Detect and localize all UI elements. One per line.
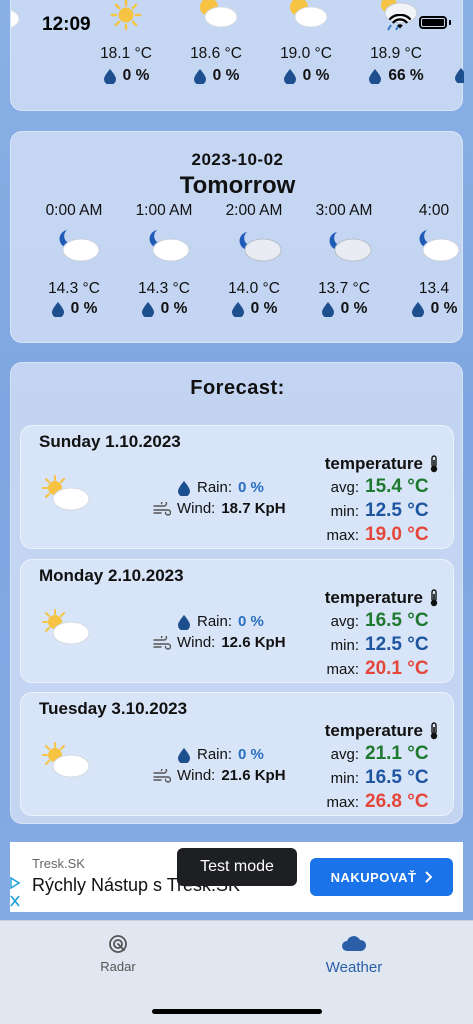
ad-cta-button[interactable]: NAKUPOVAŤ: [310, 858, 453, 896]
rain-drop-icon: [178, 614, 190, 630]
moon-cloud-icon: [149, 230, 190, 262]
rain-drop-icon: [231, 302, 244, 317]
rain-drop-icon: [369, 69, 382, 84]
sun-cloud-icon: [42, 742, 90, 778]
battery-icon: [419, 15, 447, 29]
status-time: 12:09: [42, 14, 91, 35]
forecast-day-card[interactable]: Sunday 1.10.2023 Rain: 0 % Wind: 18.7 Kp…: [20, 425, 454, 549]
rain-drop-icon: [103, 69, 116, 84]
home-indicator[interactable]: [152, 1009, 322, 1014]
rain-drop-icon: [178, 480, 190, 496]
ad-brand: Tresk.SK: [32, 856, 85, 871]
forecast-card: Forecast: Sunday 1.10.2023 Rain: 0 % Win…: [10, 362, 463, 824]
rain-drop-icon: [141, 302, 154, 317]
wifi-icon: [389, 14, 411, 29]
tomorrow-date: 2023-10-02: [191, 150, 284, 169]
ad-choices-icon[interactable]: [10, 876, 20, 910]
forecast-title: Forecast:: [190, 377, 285, 399]
rain-drop-icon: [178, 747, 190, 763]
sun-cloud-icon: [42, 609, 90, 645]
wind-icon: [153, 768, 171, 783]
forecast-day-card[interactable]: Monday 2.10.2023 Rain: 0 % Wind: 12.6 Kp…: [20, 559, 454, 683]
rain-drop-icon: [411, 302, 424, 317]
rain-drop-icon: [51, 302, 64, 317]
moon-cloud-icon: [329, 232, 372, 262]
rain-drop-icon: [283, 69, 296, 84]
thermometer-icon: [430, 589, 438, 607]
forecast-day-card[interactable]: Tuesday 3.10.2023 Rain: 0 % Wind: 21.6 K…: [20, 692, 454, 816]
tab-weather[interactable]: Weather: [294, 933, 414, 976]
cloud-icon: [342, 936, 367, 951]
thermometer-icon: [430, 455, 438, 473]
chevron-right-icon: [425, 871, 433, 883]
moon-cloud-icon: [239, 232, 282, 262]
forecast-day-date: Monday 2.10.2023: [39, 566, 184, 585]
moon-cloud-icon: [419, 230, 460, 262]
radar-icon: [109, 935, 127, 953]
thermometer-icon: [430, 722, 438, 740]
tomorrow-title: Tomorrow: [179, 172, 296, 199]
test-mode-toast: Test mode: [177, 848, 297, 886]
wind-icon: [153, 501, 171, 516]
sun-cloud-icon: [42, 475, 90, 511]
rain-drop-icon: [455, 68, 464, 83]
status-icons: [389, 14, 451, 30]
tomorrow-hourly-row[interactable]: 0:00 AM 14.3 °C 0 % 1:00 AM 14.3 °C 0 % …: [11, 202, 462, 322]
forecast-day-date: Tuesday 3.10.2023: [39, 699, 188, 718]
rain-drop-icon: [321, 302, 334, 317]
tomorrow-card: 2023-10-02 Tomorrow 0:00 AM 14.3 °C 0 % …: [10, 131, 463, 343]
status-bar: 12:09: [0, 0, 473, 50]
moon-cloud-icon: [59, 230, 100, 262]
forecast-day-date: Sunday 1.10.2023: [39, 432, 181, 451]
wind-icon: [153, 635, 171, 650]
tab-radar[interactable]: Radar: [58, 933, 178, 974]
rain-drop-icon: [193, 69, 206, 84]
